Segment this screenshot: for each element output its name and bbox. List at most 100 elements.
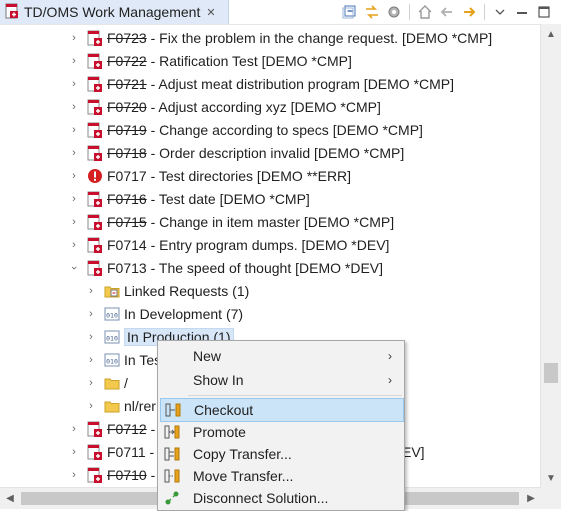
view-menu-icon[interactable] — [491, 3, 509, 21]
request-label: - Test directories [DEMO **ERR] — [146, 167, 352, 184]
request-id: F0712 — [107, 420, 147, 437]
expand-chevron-icon[interactable]: › — [69, 101, 79, 113]
request-label: - — [146, 420, 156, 437]
scroll-up-icon[interactable]: ▲ — [541, 24, 561, 44]
scroll-right-icon[interactable]: ▶ — [521, 488, 541, 509]
settings-icon[interactable] — [385, 3, 403, 21]
link-with-editor-icon[interactable] — [363, 3, 381, 21]
svg-text:010: 010 — [106, 311, 118, 319]
tree-row-environment[interactable]: › 010 In Development (7) — [0, 302, 540, 325]
error-request-icon — [87, 168, 103, 184]
menu-item-checkout[interactable]: Checkout — [160, 398, 404, 422]
menu-item-label: Promote — [193, 424, 246, 440]
submenu-arrow-icon: › — [388, 373, 392, 387]
expand-chevron-icon[interactable]: › — [69, 446, 79, 458]
expand-chevron-icon[interactable]: › — [69, 216, 79, 228]
submenu-arrow-icon: › — [388, 349, 392, 363]
scroll-down-icon[interactable]: ▼ — [541, 468, 561, 488]
tree-row-request[interactable]: › F0721 - Adjust meat distribution progr… — [0, 72, 540, 95]
request-label: - Order description invalid [DEMO *CMP] — [146, 144, 405, 161]
request-id: F0713 — [107, 259, 147, 276]
expand-chevron-icon[interactable]: › — [86, 354, 96, 366]
expand-chevron-icon[interactable]: › — [86, 377, 96, 389]
toolbar-separator — [409, 4, 410, 20]
svg-text:010: 010 — [106, 334, 118, 342]
tree-row-linked-requests[interactable]: › Linked Requests (1) — [0, 279, 540, 302]
expand-chevron-icon[interactable]: › — [69, 423, 79, 435]
expand-chevron-icon[interactable]: › — [69, 147, 79, 159]
menu-item-new[interactable]: New › — [160, 345, 402, 367]
home-icon[interactable] — [416, 3, 434, 21]
maximize-icon[interactable] — [535, 3, 553, 21]
request-icon — [87, 444, 103, 460]
request-id: F0715 — [107, 213, 147, 230]
expand-chevron-icon[interactable]: › — [69, 469, 79, 481]
promote-icon — [164, 424, 180, 440]
request-id: F0710 — [107, 466, 147, 483]
back-icon[interactable] — [438, 3, 456, 21]
expand-chevron-icon[interactable]: › — [86, 308, 96, 320]
minimize-icon[interactable] — [513, 3, 531, 21]
request-label: - The speed of thought [DEMO *DEV] — [146, 259, 384, 276]
scrollbar-corner — [541, 488, 561, 509]
request-label: - — [145, 443, 155, 460]
expand-chevron-icon[interactable]: › — [69, 32, 79, 44]
menu-item-label: Disconnect Solution... — [193, 490, 329, 506]
request-id: F0721 — [107, 75, 147, 92]
menu-item-show-in[interactable]: Show In › — [160, 369, 402, 391]
vertical-scroll-thumb[interactable] — [544, 363, 558, 383]
request-id: F0722 — [107, 52, 147, 69]
tree-row-request[interactable]: › F0717 - Test directories [DEMO **ERR] — [0, 164, 540, 187]
tree-row-request[interactable]: › F0722 - Ratification Test [DEMO *CMP] — [0, 49, 540, 72]
menu-item-label: Move Transfer... — [193, 468, 294, 484]
expand-chevron-icon[interactable]: › — [69, 55, 79, 67]
tree-row-request[interactable]: › F0713 - The speed of thought [DEMO *DE… — [0, 256, 540, 279]
request-label: - Fix the problem in the change request.… — [146, 29, 493, 46]
expand-chevron-icon[interactable]: › — [86, 331, 96, 343]
expand-chevron-icon[interactable]: › — [69, 193, 79, 205]
linked-requests-folder-icon — [104, 283, 120, 299]
forward-icon[interactable] — [460, 3, 478, 21]
menu-item-label: Checkout — [194, 402, 254, 418]
view-tab[interactable]: TD/OMS Work Management ✕ — [0, 0, 229, 24]
request-id: F0716 — [107, 190, 147, 207]
expand-chevron-icon[interactable]: › — [69, 239, 79, 251]
scroll-left-icon[interactable]: ◀ — [0, 488, 20, 509]
menu-item-move-transfer[interactable]: Move Transfer... — [160, 465, 402, 487]
expand-chevron-icon[interactable]: › — [69, 170, 79, 182]
move-transfer-icon — [164, 468, 180, 484]
menu-item-disconnect-solution[interactable]: Disconnect Solution... — [160, 487, 402, 509]
completed-request-icon — [87, 191, 103, 207]
request-label: - Adjust meat distribution program [DEMO… — [146, 75, 455, 92]
tree-row-request[interactable]: › F0718 - Order description invalid [DEM… — [0, 141, 540, 164]
expand-chevron-icon[interactable]: › — [69, 124, 79, 136]
tree-row-request[interactable]: › F0720 - Adjust according xyz [DEMO *CM… — [0, 95, 540, 118]
completed-request-icon — [87, 30, 103, 46]
completed-request-icon — [87, 214, 103, 230]
context-menu: New › Show In › Checkout Promote Copy Tr… — [157, 340, 405, 511]
menu-item-copy-transfer[interactable]: Copy Transfer... — [160, 443, 402, 465]
collapse-all-icon[interactable] — [341, 3, 359, 21]
vertical-scrollbar[interactable]: ▲ ▼ — [540, 24, 561, 488]
completed-request-icon — [87, 122, 103, 138]
expand-chevron-icon[interactable]: › — [86, 400, 96, 412]
expand-chevron-icon[interactable]: › — [69, 78, 79, 90]
request-icon — [87, 237, 103, 253]
tree-row-request[interactable]: › F0719 - Change according to specs [DEM… — [0, 118, 540, 141]
request-id: F0718 — [107, 144, 147, 161]
request-label: - Test date [DEMO *CMP] — [146, 190, 310, 207]
tree-row-request[interactable]: › F0714 - Entry program dumps. [DEMO *DE… — [0, 233, 540, 256]
close-icon[interactable]: ✕ — [206, 6, 215, 19]
tree-row-request[interactable]: › F0716 - Test date [DEMO *CMP] — [0, 187, 540, 210]
menu-item-promote[interactable]: Promote — [160, 421, 402, 443]
tree-row-request[interactable]: › F0715 - Change in item master [DEMO *C… — [0, 210, 540, 233]
request-id: F0723 — [107, 29, 147, 46]
menu-item-label: New — [193, 348, 222, 364]
tree-row-request[interactable]: › F0723 - Fix the problem in the change … — [0, 26, 540, 49]
collapse-chevron-icon[interactable]: › — [68, 263, 80, 273]
completed-request-icon — [87, 145, 103, 161]
completed-request-icon — [87, 53, 103, 69]
completed-request-icon — [87, 99, 103, 115]
tree-label: / — [124, 374, 128, 391]
expand-chevron-icon[interactable]: › — [86, 285, 96, 297]
